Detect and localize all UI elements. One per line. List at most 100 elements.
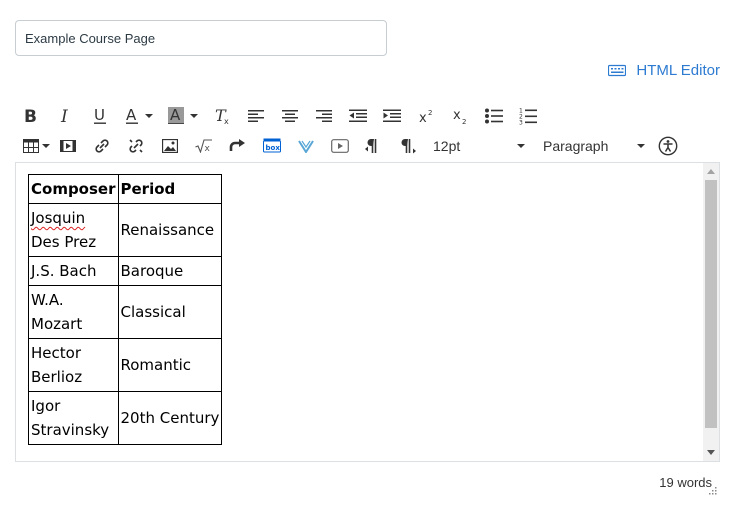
align-center-button[interactable] bbox=[273, 103, 307, 129]
italic-button[interactable]: I bbox=[49, 103, 83, 129]
table-cell[interactable]: Hector Berlioz bbox=[28, 338, 119, 392]
bold-button[interactable]: B bbox=[15, 103, 49, 129]
media-button[interactable] bbox=[51, 133, 85, 159]
svg-text:B: B bbox=[24, 108, 37, 124]
font-size-value: 12pt bbox=[433, 138, 461, 154]
clear-formatting-button[interactable]: Tx bbox=[205, 103, 239, 129]
html-editor-label: HTML Editor bbox=[636, 61, 720, 79]
accessibility-checker-button[interactable] bbox=[651, 133, 685, 159]
italic-icon: I bbox=[60, 108, 68, 124]
html-editor-link[interactable]: HTML Editor bbox=[608, 60, 720, 80]
outdent-button[interactable] bbox=[341, 103, 375, 129]
vimeo-icon bbox=[298, 140, 314, 153]
svg-text:U: U bbox=[94, 107, 105, 124]
table-cell[interactable]: Classical bbox=[117, 285, 223, 339]
table-header-cell[interactable]: Composer bbox=[28, 174, 119, 204]
table-row: Josquin Des Prez Renaissance bbox=[28, 203, 223, 257]
table-cell[interactable]: Igor Stravinsky bbox=[28, 391, 119, 445]
redo-arrow-icon bbox=[229, 139, 245, 151]
align-left-button[interactable] bbox=[239, 103, 273, 129]
table-cell[interactable]: Baroque bbox=[117, 256, 223, 286]
text-color-button[interactable]: A bbox=[117, 103, 161, 129]
box-icon: box bbox=[263, 138, 281, 153]
composer-name-line: W.A. bbox=[31, 291, 64, 309]
svg-text:x: x bbox=[224, 117, 229, 125]
table-header-row: Composer Period bbox=[28, 174, 223, 204]
table-cell[interactable]: Josquin Des Prez bbox=[28, 203, 119, 257]
block-format-select[interactable]: Paragraph bbox=[533, 133, 651, 159]
insert-image-button[interactable] bbox=[153, 133, 187, 159]
table-cell[interactable]: Romantic bbox=[117, 338, 223, 392]
embed-button[interactable] bbox=[221, 133, 255, 159]
block-format-value: Paragraph bbox=[543, 138, 609, 154]
box-button[interactable]: box bbox=[255, 133, 289, 159]
bullet-list-icon bbox=[485, 108, 503, 124]
chevron-down-icon bbox=[42, 144, 50, 148]
chevron-down-icon bbox=[145, 114, 153, 118]
square-root-icon: x bbox=[195, 139, 212, 153]
chevron-down-icon bbox=[190, 114, 198, 118]
background-color-button[interactable]: A bbox=[161, 103, 205, 129]
svg-text:3: 3 bbox=[519, 120, 523, 126]
paragraph-rtl-icon bbox=[401, 139, 416, 154]
word-count: 19 words bbox=[659, 475, 712, 490]
composer-name-line: Hector bbox=[31, 344, 81, 362]
underline-button[interactable]: U bbox=[83, 103, 117, 129]
formatting-toolbar: B I U A A Tx x2 x2 123 bbox=[15, 103, 545, 129]
table-row: J.S. Bach Baroque bbox=[28, 256, 223, 286]
rich-text-editor-area[interactable]: Composer Period Josquin Des Prez Renaissa… bbox=[15, 162, 720, 462]
table-cell[interactable]: W.A. Mozart bbox=[28, 285, 119, 339]
rtl-button[interactable] bbox=[391, 133, 425, 159]
underline-icon: U bbox=[94, 107, 106, 124]
table-button[interactable] bbox=[15, 133, 51, 159]
table-cell[interactable]: 20th Century bbox=[117, 391, 223, 445]
table-header-cell[interactable]: Period bbox=[117, 174, 223, 204]
table-cell[interactable]: J.S. Bach bbox=[28, 256, 119, 286]
composer-name-line: Igor bbox=[31, 397, 61, 415]
composer-table[interactable]: Composer Period Josquin Des Prez Renaissa… bbox=[28, 174, 223, 445]
svg-text:x: x bbox=[453, 108, 461, 123]
indent-icon bbox=[383, 109, 401, 122]
table-row: W.A. Mozart Classical bbox=[28, 285, 223, 339]
numbered-list-button[interactable]: 123 bbox=[511, 103, 545, 129]
scroll-down-arrow-icon[interactable] bbox=[707, 450, 715, 455]
math-equation-button[interactable]: x bbox=[187, 133, 221, 159]
outdent-icon bbox=[349, 109, 367, 122]
editor-scrollbar[interactable] bbox=[703, 163, 719, 461]
composer-name-line: Mozart bbox=[31, 315, 83, 333]
remove-link-button[interactable] bbox=[119, 133, 153, 159]
image-icon bbox=[162, 139, 178, 153]
unlink-icon bbox=[129, 139, 143, 153]
resize-grip-icon[interactable] bbox=[707, 485, 717, 495]
subscript-button[interactable]: x2 bbox=[443, 103, 477, 129]
composer-name-line: J.S. Bach bbox=[31, 262, 97, 280]
superscript-button[interactable]: x2 bbox=[409, 103, 443, 129]
composer-name-line: Stravinsky bbox=[31, 421, 110, 439]
align-right-icon bbox=[316, 110, 332, 122]
table-icon bbox=[23, 139, 39, 153]
text-color-icon: A bbox=[126, 107, 138, 124]
bold-icon: B bbox=[24, 108, 37, 124]
align-center-icon bbox=[282, 110, 298, 122]
svg-text:A: A bbox=[170, 107, 181, 124]
link-icon bbox=[95, 139, 109, 153]
page-title-input[interactable] bbox=[15, 20, 387, 56]
indent-button[interactable] bbox=[375, 103, 409, 129]
svg-text:box: box bbox=[266, 144, 281, 152]
accessibility-icon bbox=[658, 136, 678, 156]
scrollbar-thumb[interactable] bbox=[705, 180, 717, 428]
ltr-button[interactable] bbox=[357, 133, 391, 159]
vimeo-button[interactable] bbox=[289, 133, 323, 159]
bullet-list-button[interactable] bbox=[477, 103, 511, 129]
composer-name-line-part: Des Prez bbox=[31, 233, 97, 251]
align-right-button[interactable] bbox=[307, 103, 341, 129]
subscript-icon: x2 bbox=[453, 108, 466, 125]
align-left-icon bbox=[248, 110, 264, 122]
font-size-select[interactable]: 12pt bbox=[425, 133, 533, 159]
insert-link-button[interactable] bbox=[85, 133, 119, 159]
numbered-list-icon: 123 bbox=[519, 108, 537, 126]
svg-text:A: A bbox=[126, 107, 137, 124]
table-cell[interactable]: Renaissance bbox=[117, 203, 223, 257]
video-button[interactable] bbox=[323, 133, 357, 159]
scroll-up-arrow-icon[interactable] bbox=[707, 169, 715, 174]
